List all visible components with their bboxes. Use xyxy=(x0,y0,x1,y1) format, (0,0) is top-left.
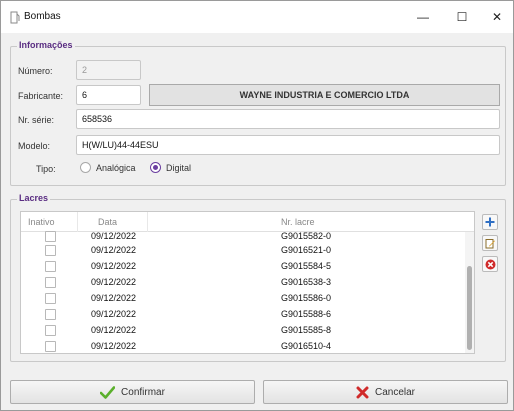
remove-lacre-button[interactable] xyxy=(482,256,498,272)
cross-icon xyxy=(356,386,369,398)
remove-icon xyxy=(485,259,495,269)
lacre-cell: G9016510-4 xyxy=(281,341,332,351)
data-cell: 09/12/2022 xyxy=(91,261,137,271)
table-row[interactable]: 09/12/2022 G9016510-4 xyxy=(21,339,461,353)
plus-icon xyxy=(485,217,495,227)
numero-label: Número: xyxy=(18,66,53,76)
lacre-cell: G9016538-3 xyxy=(281,277,332,287)
tipo-radio-digital[interactable]: Digital xyxy=(150,162,191,173)
column-header-data[interactable]: Data xyxy=(98,217,117,227)
window-title: Bombas xyxy=(24,11,61,22)
data-cell: 09/12/2022 xyxy=(91,325,137,335)
checkmark-icon xyxy=(100,385,116,399)
data-cell: 09/12/2022 xyxy=(91,309,137,319)
lacre-cell: G9015586-0 xyxy=(281,293,332,303)
data-cell: 09/12/2022 xyxy=(91,293,137,303)
numero-field[interactable]: 2 xyxy=(76,60,141,80)
fabricante-name-display: WAYNE INDUSTRIA E COMERCIO LTDA xyxy=(149,84,500,106)
inativo-checkbox[interactable] xyxy=(45,231,56,242)
pump-icon xyxy=(10,11,20,24)
edit-icon xyxy=(485,238,495,248)
lacre-cell: G9015588-6 xyxy=(281,309,332,319)
cancel-button[interactable]: Cancelar xyxy=(263,380,508,404)
inativo-checkbox[interactable] xyxy=(45,277,56,288)
data-cell: 09/12/2022 xyxy=(91,341,137,351)
title-bar: Bombas — ☐ ✕ xyxy=(1,1,513,33)
lacres-group-title: Lacres xyxy=(17,193,51,203)
column-header-nr-lacre[interactable]: Nr. lacre xyxy=(281,217,315,227)
serie-label: Nr. série: xyxy=(18,115,55,125)
inativo-checkbox[interactable] xyxy=(45,341,56,352)
add-lacre-button[interactable] xyxy=(482,214,498,230)
cancel-label: Cancelar xyxy=(374,386,416,398)
tipo-option-label: Analógica xyxy=(96,162,136,173)
confirm-button[interactable]: Confirmar xyxy=(10,380,255,404)
close-button[interactable]: ✕ xyxy=(479,1,514,33)
bombas-window: Bombas — ☐ ✕ Informações Número: 2 Fabri… xyxy=(0,0,514,411)
tipo-option-label: Digital xyxy=(166,162,192,173)
lacre-cell: G9015584-5 xyxy=(281,261,332,271)
radio-circle xyxy=(80,162,91,173)
modelo-label: Modelo: xyxy=(18,141,51,151)
data-cell: 09/12/2022 xyxy=(91,277,137,287)
lacres-table: Inativo Data Nr. lacre 09/12/2022 G90155… xyxy=(20,211,475,354)
inativo-checkbox[interactable] xyxy=(45,293,56,304)
tipo-radio-analogica[interactable]: Analógica xyxy=(80,162,136,173)
info-group-title: Informações xyxy=(17,40,75,50)
data-cell: 09/12/2022 xyxy=(91,231,137,241)
edit-lacre-button[interactable] xyxy=(482,235,498,251)
confirm-label: Confirmar xyxy=(121,386,165,398)
tipo-label: Tipo: xyxy=(36,164,56,174)
table-row[interactable]: 09/12/2022 G9015588-6 xyxy=(21,307,461,323)
serie-field[interactable]: 658536 xyxy=(76,109,500,129)
lacre-cell: G9015585-8 xyxy=(281,325,332,335)
table-row[interactable]: 09/12/2022 G9015586-0 xyxy=(21,291,461,307)
column-header-inativo[interactable]: Inativo xyxy=(28,217,55,227)
maximize-button[interactable]: ☐ xyxy=(444,1,480,33)
fabricante-field[interactable]: 6 xyxy=(76,85,141,105)
table-row[interactable]: 09/12/2022 G9016538-3 xyxy=(21,275,461,291)
minimize-button[interactable]: — xyxy=(405,1,441,33)
inativo-checkbox[interactable] xyxy=(45,245,56,256)
lacre-cell: G9015582-0 xyxy=(281,231,332,241)
lacre-cell: G9016521-0 xyxy=(281,245,332,255)
data-cell: 09/12/2022 xyxy=(91,245,137,255)
table-row[interactable]: 09/12/2022 G9015584-5 xyxy=(21,259,461,275)
inativo-checkbox[interactable] xyxy=(45,309,56,320)
radio-circle-selected xyxy=(150,162,161,173)
inativo-checkbox[interactable] xyxy=(45,325,56,336)
modelo-field[interactable]: H(W/LU)44-44ESU xyxy=(76,135,500,155)
table-row[interactable]: 09/12/2022 G9015585-8 xyxy=(21,323,461,339)
scrollbar-thumb[interactable] xyxy=(467,266,472,350)
fabricante-label: Fabricante: xyxy=(18,91,64,101)
table-row[interactable]: 09/12/2022 G9016521-0 xyxy=(21,243,461,259)
inativo-checkbox[interactable] xyxy=(45,261,56,272)
table-scrollbar[interactable] xyxy=(465,232,474,353)
